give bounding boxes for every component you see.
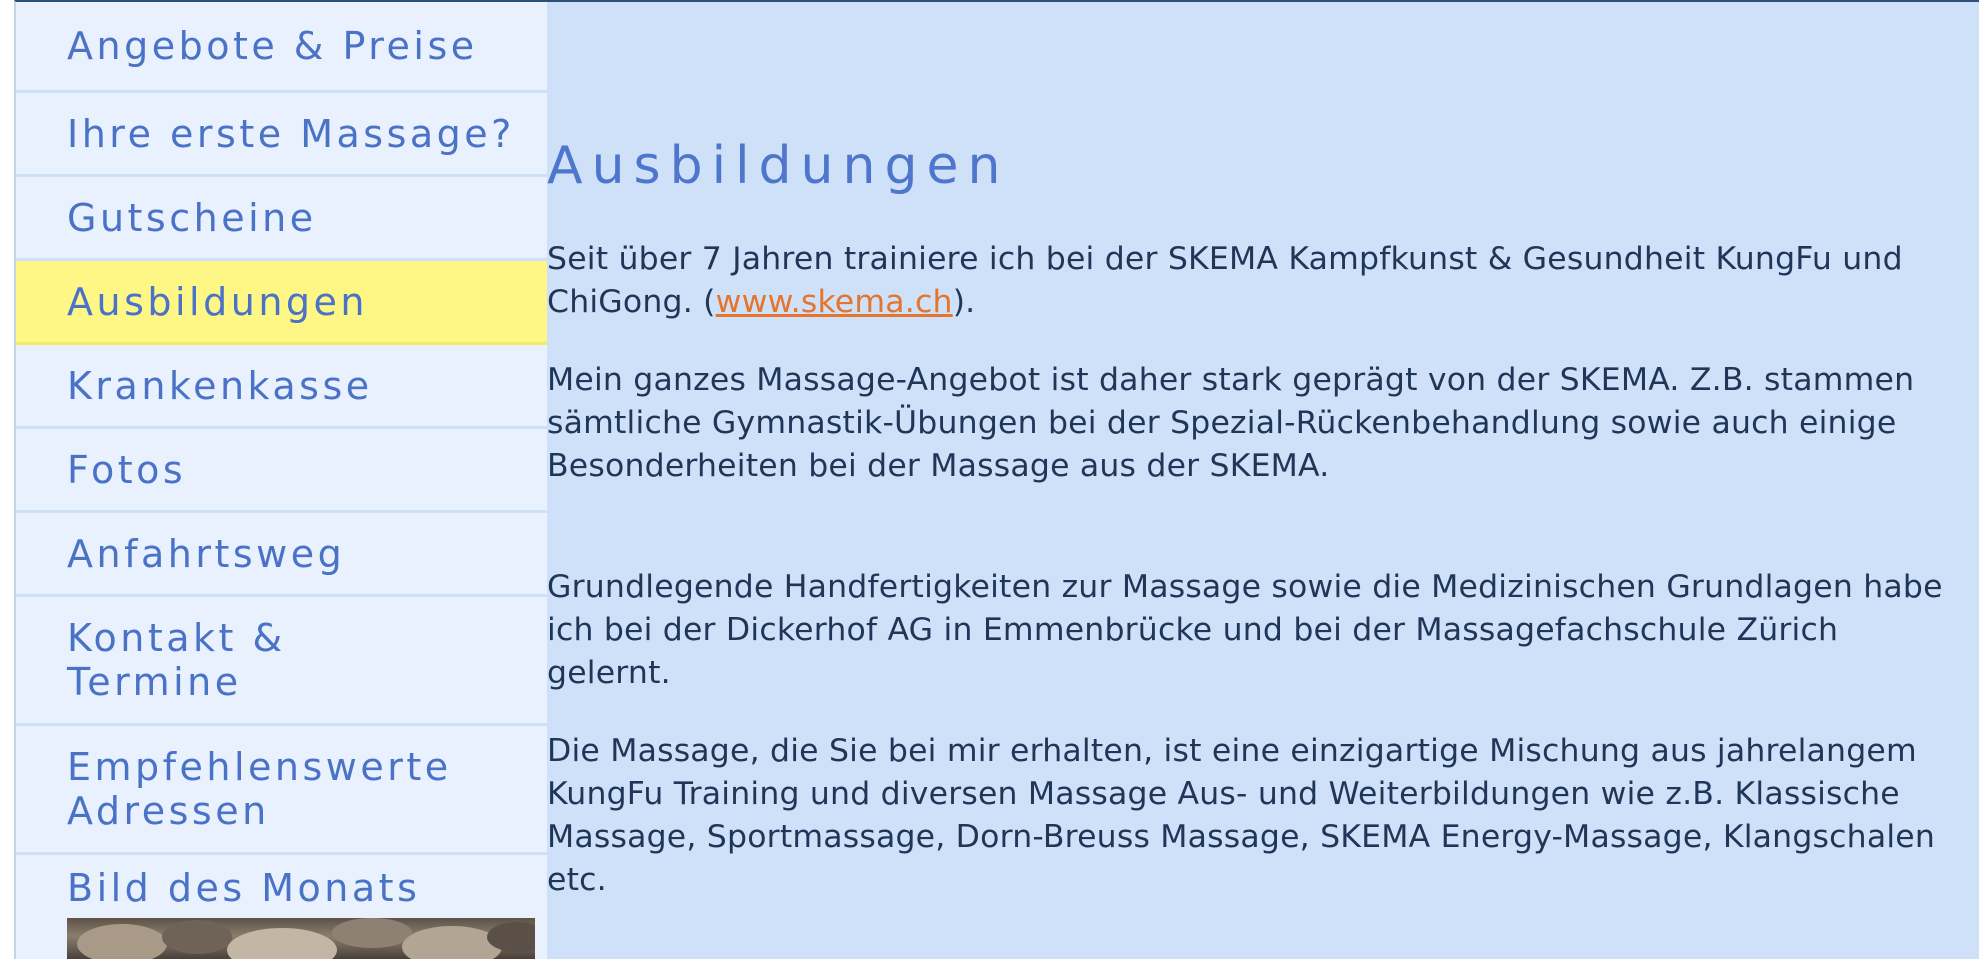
sidebar-item-gutscheine[interactable]: Gutscheine (16, 177, 547, 261)
paragraph-skema-end: ). (952, 284, 976, 320)
sidebar-item-label: Kontakt & Termine (67, 616, 286, 704)
sidebar-item-anfahrtsweg[interactable]: Anfahrtsweg (16, 513, 547, 597)
sidebar-item-fotos[interactable]: Fotos (16, 429, 547, 513)
sidebar-item-label: Fotos (67, 447, 187, 492)
paragraph-mischung: Die Massage, die Sie bei mir erhalten, i… (547, 733, 1936, 898)
sidebar-item-erste-massage[interactable]: Ihre erste Massage? (16, 93, 547, 177)
sidebar-item-ausbildungen[interactable]: Ausbildungen (16, 261, 547, 345)
sidebar-item-label: Angebote & Preise (67, 24, 478, 68)
sidebar-item-krankenkasse[interactable]: Krankenkasse (16, 345, 547, 429)
sidebar-item-label: Gutscheine (67, 195, 317, 240)
sidebar-item-angebote-preise[interactable]: Angebote & Preise (16, 2, 547, 93)
page-title: Ausbildungen (547, 136, 1010, 196)
sidebar-nav: Angebote & Preise Ihre erste Massage? Gu… (16, 2, 547, 959)
paragraph-skema: Seit über 7 Jahren trainiere ich bei der… (547, 238, 1947, 324)
bild-des-monats-image[interactable] (67, 918, 535, 959)
page: Angebote & Preise Ihre erste Massage? Gu… (14, 0, 1979, 959)
sidebar-item-label: Empfehlenswerte Adressen (67, 745, 452, 833)
paragraph-grundlagen: Grundlegende Handfertigkeiten zur Massag… (547, 569, 1943, 691)
sidebar-item-label: Krankenkasse (67, 363, 373, 408)
sidebar-item-empfehlenswerte-adressen[interactable]: Empfehlenswerte Adressen (16, 726, 547, 855)
sidebar-item-label: Ausbildungen (67, 279, 368, 324)
skema-link[interactable]: www.skema.ch (716, 284, 953, 320)
bild-des-monats-heading: Bild des Monats (67, 866, 421, 910)
sidebar-item-label: Ihre erste Massage? (67, 111, 515, 156)
sidebar-item-label: Anfahrtsweg (67, 531, 346, 576)
content-area: Ausbildungen Seit über 7 Jahren trainier… (547, 2, 1979, 959)
paragraph-angebot: Mein ganzes Massage-Angebot ist daher st… (547, 362, 1915, 484)
sidebar-item-kontakt-termine[interactable]: Kontakt & Termine (16, 597, 547, 726)
